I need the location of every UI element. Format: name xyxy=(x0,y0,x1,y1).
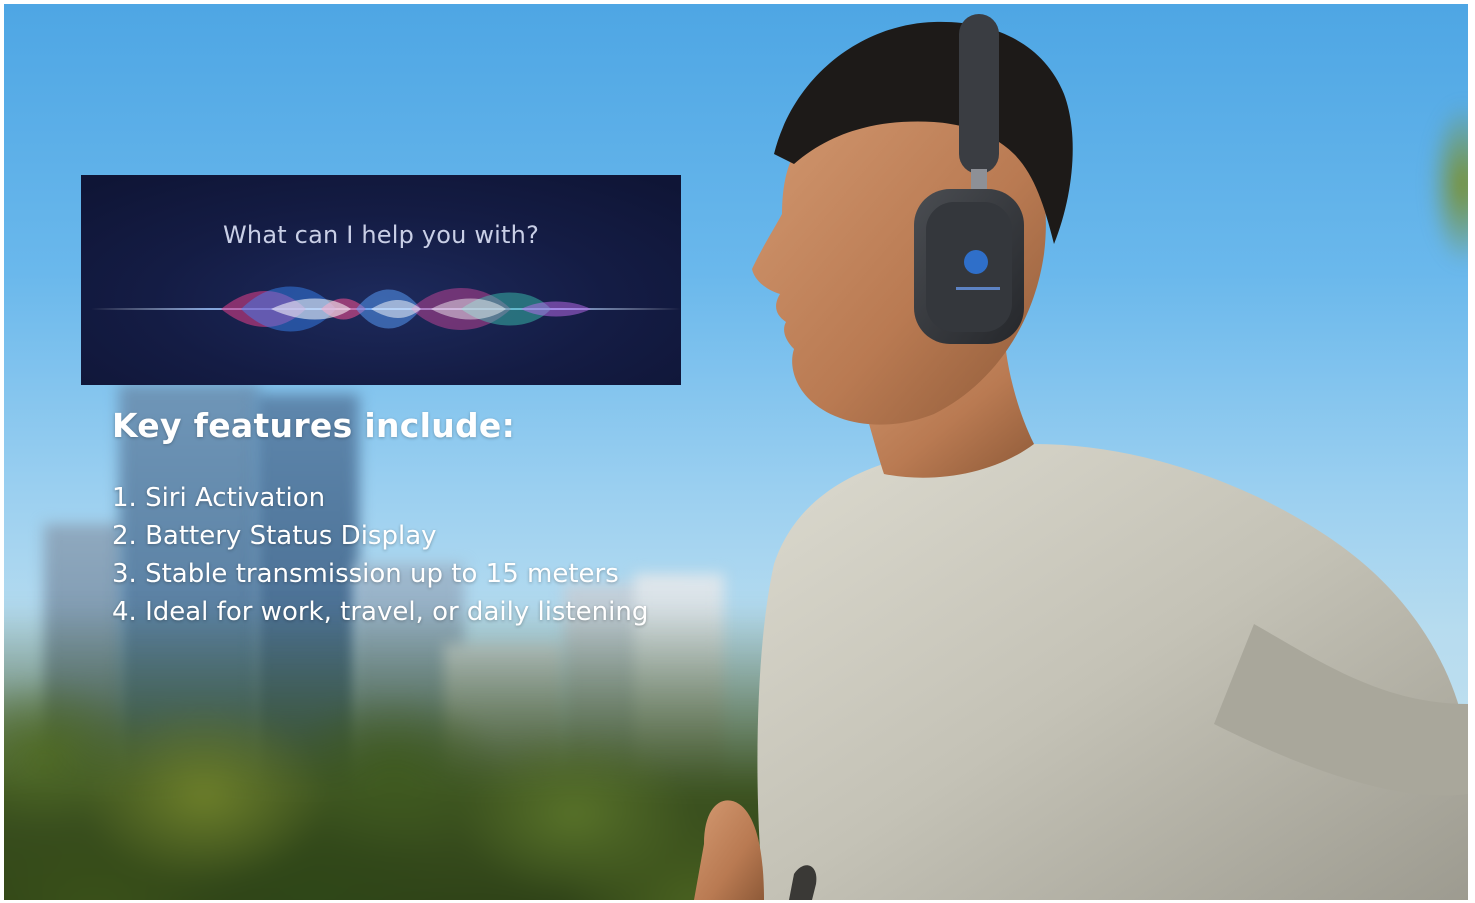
shirt xyxy=(757,444,1468,900)
feature-item: 3. Stable transmission up to 15 meters xyxy=(112,559,619,589)
features-block: Key features include: 1. Siri Activation… xyxy=(112,406,672,631)
feature-item: 2. Battery Status Display xyxy=(112,521,437,551)
headphone-band xyxy=(959,14,999,174)
siri-prompt-text: What can I help you with? xyxy=(222,221,540,249)
feature-item: 4. Ideal for work, travel, or daily list… xyxy=(112,597,649,627)
promo-image: What can I help you with? Key features i… xyxy=(4,4,1468,900)
features-title: Key features include: xyxy=(112,406,516,445)
headphone-logo xyxy=(964,250,988,274)
feature-item: 1. Siri Activation xyxy=(112,483,326,513)
siri-prompt-card: What can I help you with? xyxy=(81,175,681,385)
hand xyxy=(694,800,764,900)
features-list: 1. Siri Activation 2. Battery Status Dis… xyxy=(112,479,672,631)
siri-waveform-icon xyxy=(91,286,681,332)
